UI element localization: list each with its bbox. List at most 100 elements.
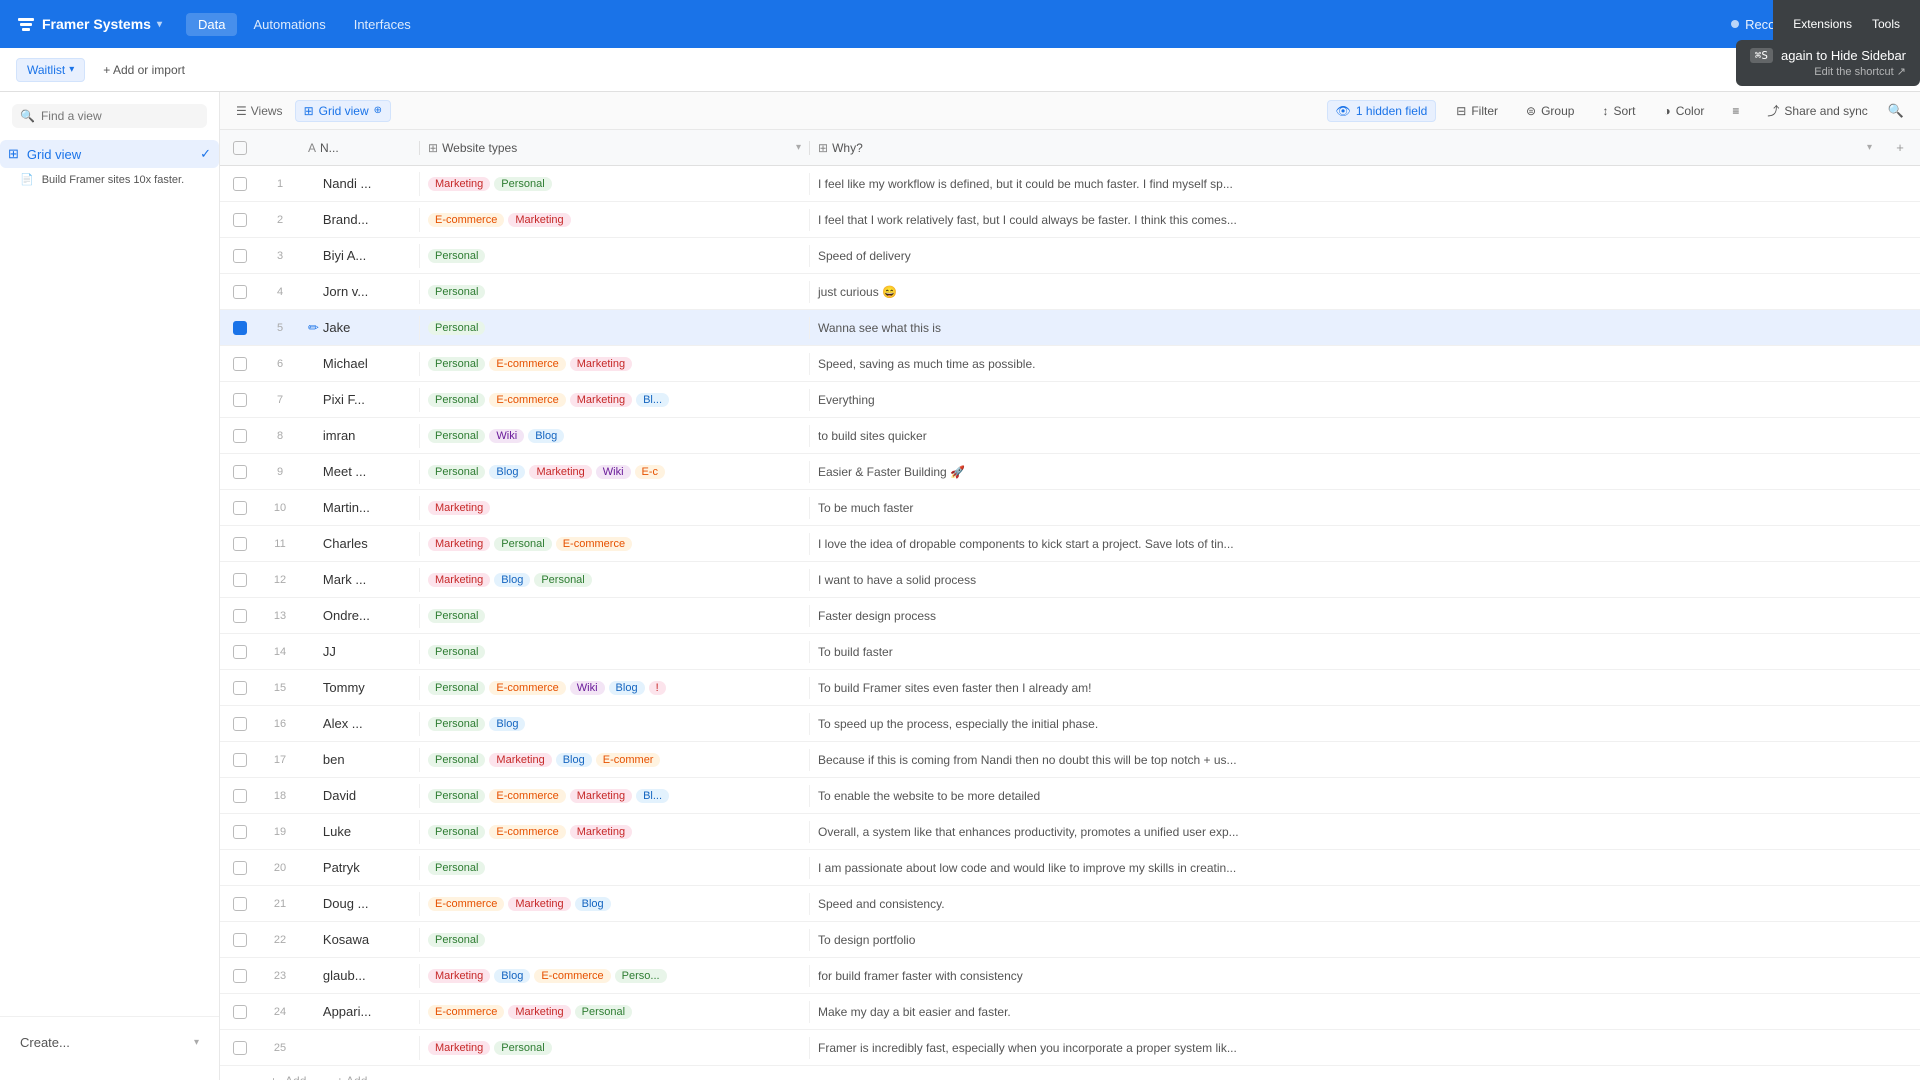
search-input[interactable]: [41, 109, 199, 123]
row-checkbox-cell[interactable]: [220, 177, 260, 191]
table-row[interactable]: 1 ✏ Nandi ... MarketingPersonal I feel l…: [220, 166, 1920, 202]
row-tags[interactable]: PersonalWikiBlog: [420, 425, 810, 447]
row-checkbox[interactable]: [233, 213, 247, 227]
table-row[interactable]: 10 ✏ Martin... Marketing To be much fast…: [220, 490, 1920, 526]
row-checkbox[interactable]: [233, 681, 247, 695]
row-checkbox-cell[interactable]: [220, 969, 260, 983]
pencil-icon[interactable]: ✏: [308, 320, 319, 336]
row-name[interactable]: ✏ Patryk: [300, 856, 420, 880]
table-row[interactable]: 16 ✏ Alex ... PersonalBlog To speed up t…: [220, 706, 1920, 742]
row-checkbox[interactable]: [233, 249, 247, 263]
row-checkbox[interactable]: [233, 321, 247, 335]
color-btn[interactable]: ◑ Color: [1655, 101, 1712, 121]
row-name[interactable]: ✏ Brand...: [300, 208, 420, 232]
row-name[interactable]: ✏ Michael: [300, 352, 420, 376]
row-tags[interactable]: Personal: [420, 245, 810, 267]
row-tags[interactable]: Personal: [420, 317, 810, 339]
row-name[interactable]: ✏ Kosawa: [300, 928, 420, 952]
row-tags[interactable]: MarketingPersonal: [420, 173, 810, 195]
waitlist-button[interactable]: Waitlist ▾: [16, 58, 85, 82]
row-name[interactable]: ✏ Ondre...: [300, 604, 420, 628]
row-name[interactable]: ✏ ben: [300, 748, 420, 772]
chart-btn[interactable]: ≡: [1724, 101, 1747, 121]
grid-view-tab[interactable]: ⊞ Grid view ⊕: [295, 100, 391, 122]
row-checkbox-cell[interactable]: [220, 645, 260, 659]
row-name[interactable]: ✏ glaub...: [300, 964, 420, 988]
sort-btn[interactable]: ↕ Sort: [1594, 101, 1643, 121]
row-name[interactable]: ✏ Appari...: [300, 1000, 420, 1024]
row-checkbox[interactable]: [233, 717, 247, 731]
tooltip-sub[interactable]: Edit the shortcut ↗: [1750, 65, 1906, 78]
row-tags[interactable]: PersonalE-commerceMarketing: [420, 821, 810, 843]
row-tags[interactable]: PersonalMarketingBlogE-commer: [420, 749, 810, 771]
row-checkbox-cell[interactable]: [220, 933, 260, 947]
add-row-btn[interactable]: + Add... + Add...: [220, 1066, 1920, 1080]
row-tags[interactable]: PersonalBlog: [420, 713, 810, 735]
table-row[interactable]: 24 ✏ Appari... E-commerceMarketingPerson…: [220, 994, 1920, 1030]
table-row[interactable]: 19 ✏ Luke PersonalE-commerceMarketing Ov…: [220, 814, 1920, 850]
search-btn[interactable]: 🔍: [1888, 103, 1904, 119]
row-checkbox-cell[interactable]: [220, 537, 260, 551]
row-checkbox[interactable]: [233, 465, 247, 479]
row-checkbox-cell[interactable]: [220, 789, 260, 803]
table-row[interactable]: 8 ✏ imran PersonalWikiBlog to build site…: [220, 418, 1920, 454]
row-tags[interactable]: MarketingBlogE-commercePerso...: [420, 965, 810, 987]
row-tags[interactable]: E-commerceMarketing: [420, 209, 810, 231]
row-checkbox[interactable]: [233, 177, 247, 191]
row-checkbox-cell[interactable]: [220, 609, 260, 623]
row-checkbox-cell[interactable]: [220, 861, 260, 875]
table-row[interactable]: 20 ✏ Patryk Personal I am passionate abo…: [220, 850, 1920, 886]
row-checkbox-cell[interactable]: [220, 465, 260, 479]
nav-interfaces[interactable]: Interfaces: [342, 13, 423, 36]
share-sync-btn[interactable]: ⤴ Share and sync: [1759, 99, 1875, 122]
row-name[interactable]: ✏ Mark ...: [300, 568, 420, 592]
row-name[interactable]: ✏ Luke: [300, 820, 420, 844]
row-checkbox[interactable]: [233, 969, 247, 983]
table-row[interactable]: 5 ✏ Jake Personal Wanna see what this is: [220, 310, 1920, 346]
row-checkbox[interactable]: [233, 609, 247, 623]
table-row[interactable]: 2 ✏ Brand... E-commerceMarketing I feel …: [220, 202, 1920, 238]
sidebar-item-grid-view[interactable]: ⊞ Grid view ✓: [0, 140, 219, 168]
add-col-btn[interactable]: +: [1880, 140, 1920, 155]
row-checkbox-cell[interactable]: [220, 321, 260, 335]
row-checkbox[interactable]: [233, 825, 247, 839]
row-checkbox[interactable]: [233, 933, 247, 947]
table-row[interactable]: 22 ✏ Kosawa Personal To design portfolio: [220, 922, 1920, 958]
views-toggle[interactable]: ☰ Views: [236, 104, 283, 118]
table-row[interactable]: 9 ✏ Meet ... PersonalBlogMarketingWikiE-…: [220, 454, 1920, 490]
row-tags[interactable]: Personal: [420, 857, 810, 879]
row-checkbox-cell[interactable]: [220, 717, 260, 731]
row-tags[interactable]: MarketingPersonal: [420, 1037, 810, 1059]
table-row[interactable]: 14 ✏ JJ Personal To build faster: [220, 634, 1920, 670]
extensions-btn[interactable]: Extensions: [1793, 17, 1852, 31]
header-check[interactable]: [220, 141, 260, 155]
row-checkbox[interactable]: [233, 429, 247, 443]
row-tags[interactable]: Personal: [420, 281, 810, 303]
row-name[interactable]: ✏ Jake: [300, 316, 420, 340]
row-name[interactable]: ✏: [300, 1036, 420, 1060]
row-name[interactable]: ✏ Martin...: [300, 496, 420, 520]
row-name[interactable]: ✏ imran: [300, 424, 420, 448]
table-row[interactable]: 15 ✏ Tommy PersonalE-commerceWikiBlog! T…: [220, 670, 1920, 706]
row-tags[interactable]: Personal: [420, 605, 810, 627]
table-row[interactable]: 18 ✏ David PersonalE-commerceMarketingBl…: [220, 778, 1920, 814]
nav-automations[interactable]: Automations: [241, 13, 337, 36]
row-checkbox[interactable]: [233, 1041, 247, 1055]
row-tags[interactable]: Personal: [420, 929, 810, 951]
row-checkbox[interactable]: [233, 537, 247, 551]
row-tags[interactable]: PersonalBlogMarketingWikiE-c: [420, 461, 810, 483]
table-row[interactable]: 23 ✏ glaub... MarketingBlogE-commercePer…: [220, 958, 1920, 994]
row-name[interactable]: ✏ JJ: [300, 640, 420, 664]
row-checkbox-cell[interactable]: [220, 429, 260, 443]
row-name[interactable]: ✏ Nandi ...: [300, 172, 420, 196]
row-name[interactable]: ✏ Alex ...: [300, 712, 420, 736]
row-checkbox[interactable]: [233, 1005, 247, 1019]
row-name[interactable]: ✏ Tommy: [300, 676, 420, 700]
add-import-button[interactable]: + Add or import: [93, 59, 195, 81]
header-website[interactable]: ⊞ Website types ▾: [420, 141, 810, 155]
row-tags[interactable]: MarketingBlogPersonal: [420, 569, 810, 591]
row-name[interactable]: ✏ Jorn v...: [300, 280, 420, 304]
row-checkbox[interactable]: [233, 393, 247, 407]
row-name[interactable]: ✏ Pixi F...: [300, 388, 420, 412]
group-btn[interactable]: ⊜ Group: [1518, 101, 1582, 121]
